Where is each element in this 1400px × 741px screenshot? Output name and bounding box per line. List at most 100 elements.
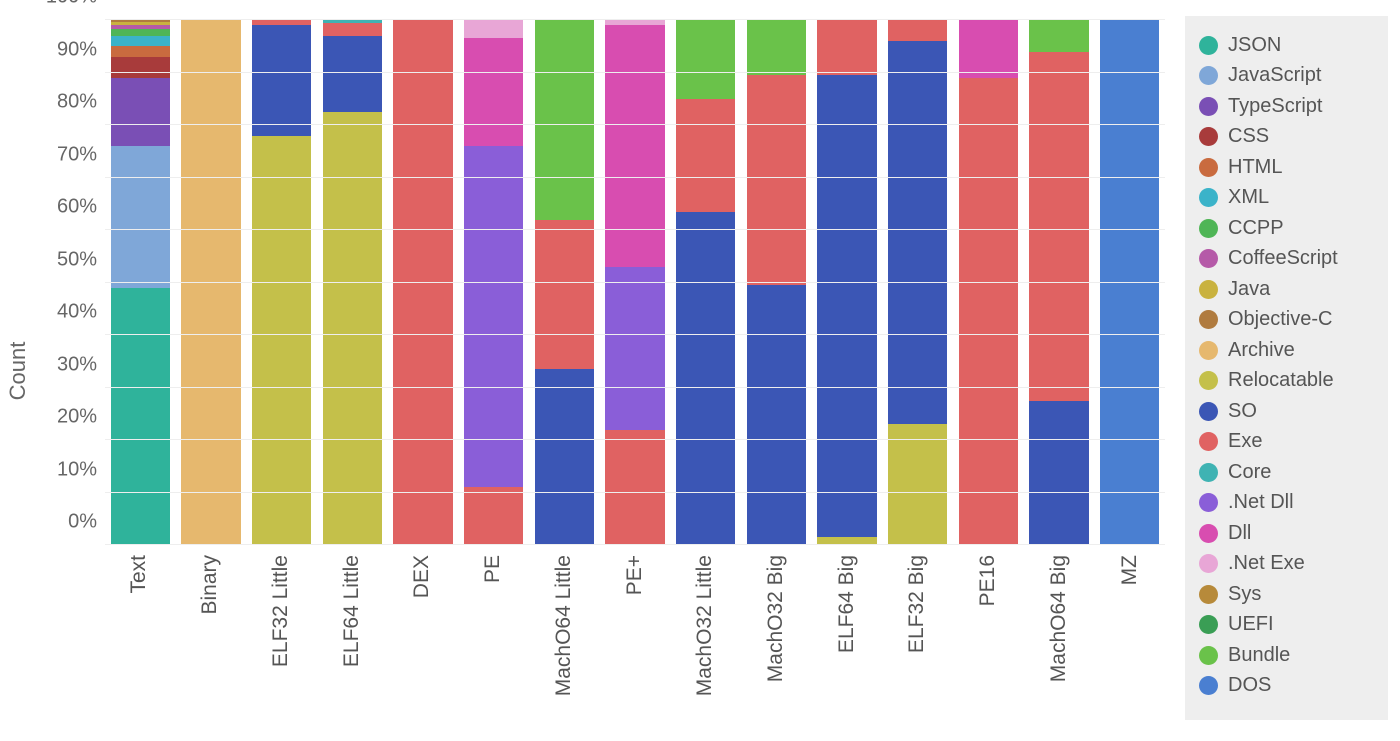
stacked-bar <box>1029 20 1088 545</box>
bar-segment <box>111 46 170 57</box>
bar-slot <box>670 20 741 545</box>
bar-segment <box>888 424 947 545</box>
legend-label: XML <box>1228 186 1269 209</box>
legend-label: .Net Dll <box>1228 491 1294 514</box>
bar-segment <box>959 78 1018 545</box>
x-label-slot: ELF32 Little <box>245 553 316 731</box>
bar-slot <box>812 20 883 545</box>
y-tick-label: 100% <box>46 0 105 9</box>
legend-label: CSS <box>1228 125 1269 148</box>
x-label-slot: PE16 <box>953 553 1024 731</box>
x-tick-label: ELF32 Little <box>269 555 293 667</box>
bar-segment <box>817 75 876 537</box>
bar-slot <box>388 20 459 545</box>
bar-segment <box>817 20 876 75</box>
legend-swatch-icon <box>1199 676 1218 695</box>
grid-line <box>105 439 1165 440</box>
bar-segment <box>464 38 523 146</box>
legend-label: UEFI <box>1228 613 1274 636</box>
x-tick-label: MZ <box>1118 555 1142 585</box>
legend-swatch-icon <box>1199 371 1218 390</box>
legend-item: CoffeeScript <box>1199 244 1374 275</box>
bar-segment <box>111 78 170 146</box>
legend-swatch-icon <box>1199 36 1218 55</box>
legend-swatch-icon <box>1199 463 1218 482</box>
x-tick-label: MachO32 Big <box>764 555 788 682</box>
chart-figure: Count 0%10%20%30%40%50%60%70%80%90%100% … <box>0 0 1400 741</box>
stacked-bar <box>111 20 170 545</box>
bar-slot <box>741 20 812 545</box>
legend-swatch-icon <box>1199 554 1218 573</box>
x-label-slot: MachO32 Little <box>670 553 741 731</box>
legend-swatch-icon <box>1199 615 1218 634</box>
legend-swatch-icon <box>1199 280 1218 299</box>
bar-segment <box>959 20 1018 78</box>
bar-slot <box>1094 20 1165 545</box>
bar-segment <box>1029 20 1088 52</box>
bar-segment <box>888 20 947 41</box>
legend-label: JavaScript <box>1228 64 1321 87</box>
legend-label: .Net Exe <box>1228 552 1305 575</box>
legend-label: Dll <box>1228 522 1251 545</box>
legend: JSONJavaScriptTypeScriptCSSHTMLXMLCCPPCo… <box>1185 16 1388 720</box>
stacked-bar <box>252 20 311 545</box>
legend-item: Objective-C <box>1199 305 1374 336</box>
legend-swatch-icon <box>1199 310 1218 329</box>
y-tick-label: 20% <box>57 406 105 429</box>
x-label-slot: ELF64 Little <box>316 553 387 731</box>
bar-slot <box>600 20 671 545</box>
bar-segment <box>464 20 523 38</box>
legend-swatch-icon <box>1199 127 1218 146</box>
x-tick-label: MachO64 Big <box>1047 555 1071 682</box>
x-label-slot: Text <box>104 553 175 731</box>
x-tick-label: DEX <box>410 555 434 598</box>
bar-segment <box>605 430 664 546</box>
legend-swatch-icon <box>1199 432 1218 451</box>
legend-item: Java <box>1199 274 1374 305</box>
bar-slot <box>176 20 247 545</box>
bar-segment <box>747 285 806 545</box>
x-tick-label: PE <box>481 555 505 583</box>
stacked-bar <box>464 20 523 545</box>
legend-swatch-icon <box>1199 402 1218 421</box>
stacked-bar <box>181 20 240 545</box>
legend-label: SO <box>1228 400 1257 423</box>
grid-line <box>105 124 1165 125</box>
x-tick-label: Binary <box>198 555 222 615</box>
grid-line <box>105 282 1165 283</box>
x-label-slot: DEX <box>387 553 458 731</box>
bar-slot <box>105 20 176 545</box>
legend-item: XML <box>1199 183 1374 214</box>
legend-item: JSON <box>1199 30 1374 61</box>
legend-item: Exe <box>1199 427 1374 458</box>
bar-segment <box>676 212 735 545</box>
legend-swatch-icon <box>1199 97 1218 116</box>
grid-line <box>105 387 1165 388</box>
bar-segment <box>1029 52 1088 401</box>
grid-line <box>105 229 1165 230</box>
bar-segment <box>1100 20 1159 545</box>
bar-segment <box>535 220 594 370</box>
y-tick-label: 80% <box>57 91 105 114</box>
legend-label: Java <box>1228 278 1270 301</box>
x-label-slot: MachO64 Big <box>1024 553 1095 731</box>
bars-container <box>105 20 1165 545</box>
grid-line <box>105 544 1165 545</box>
stacked-bar <box>959 20 1018 545</box>
stacked-bar <box>393 20 452 545</box>
legend-item: CCPP <box>1199 213 1374 244</box>
legend-label: CoffeeScript <box>1228 247 1338 270</box>
bar-segment <box>111 57 170 78</box>
x-tick-label: PE+ <box>623 555 647 595</box>
legend-swatch-icon <box>1199 493 1218 512</box>
bar-segment <box>535 20 594 220</box>
legend-item: HTML <box>1199 152 1374 183</box>
bar-slot <box>246 20 317 545</box>
y-tick-label: 0% <box>68 511 105 534</box>
stacked-bar <box>817 20 876 545</box>
bar-segment <box>676 99 735 212</box>
legend-label: Exe <box>1228 430 1262 453</box>
x-tick-label: ELF32 Big <box>905 555 929 653</box>
legend-label: HTML <box>1228 156 1282 179</box>
legend-swatch-icon <box>1199 524 1218 543</box>
